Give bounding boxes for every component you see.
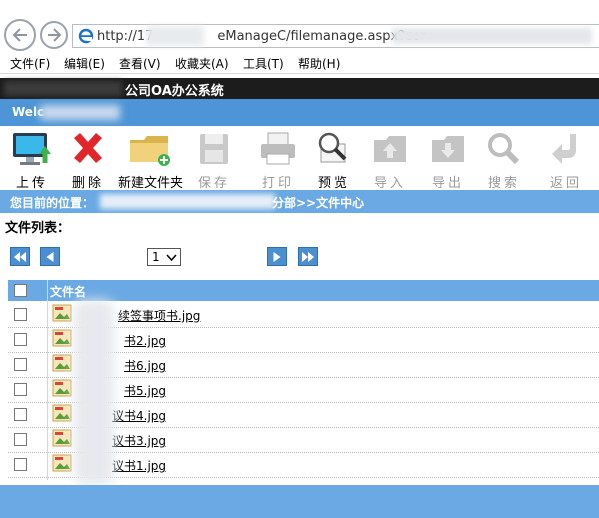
redacted-region: [40, 105, 120, 120]
select-all-checkbox[interactable]: [14, 284, 27, 297]
chevron-right-icon: [273, 251, 281, 262]
welcome-bar: Welc: [0, 99, 599, 126]
image-file-icon: [52, 404, 72, 422]
return-label: 返回: [549, 176, 582, 191]
preview-button[interactable]: 预览: [306, 130, 362, 191]
save-label: 保存: [197, 176, 230, 191]
location-label: 您目前的位置：: [10, 196, 95, 210]
file-list-title: 文件列表：: [5, 221, 71, 236]
ie-logo-icon: [78, 28, 94, 44]
row-checkbox[interactable]: [14, 383, 27, 396]
import-button[interactable]: 导入: [362, 130, 418, 191]
double-chevron-right-icon: [302, 251, 314, 262]
file-link[interactable]: 续签事项书.jpg: [118, 307, 200, 324]
redacted-region: [4, 81, 122, 96]
export-label: 导出: [431, 176, 464, 191]
menu-favorites[interactable]: 收藏夹(A): [175, 55, 229, 72]
arrow-right-icon: [48, 28, 62, 42]
toolbar: 上传 删除 新建文件夹 保存 打印 预览 导入 导出 搜索 返回: [0, 126, 599, 191]
location-path: 分部>>文件中心: [272, 196, 365, 210]
preview-label: 预览: [317, 176, 350, 191]
double-chevron-left-icon: [14, 251, 26, 262]
row-checkbox[interactable]: [14, 333, 27, 346]
menu-tools[interactable]: 工具(T): [243, 55, 284, 72]
row-checkbox[interactable]: [14, 358, 27, 371]
file-link[interactable]: 书6.jpg: [124, 357, 166, 374]
import-icon: [374, 136, 406, 162]
image-file-icon: [52, 429, 72, 447]
delete-x-icon: [74, 133, 102, 163]
file-link[interactable]: 书2.jpg: [124, 332, 166, 349]
search-button[interactable]: 搜索: [476, 130, 532, 191]
menu-bar: 文件(F) 编辑(E) 查看(V) 收藏夹(A) 工具(T) 帮助(H): [0, 52, 599, 74]
save-button[interactable]: 保存: [186, 130, 242, 191]
floppy-disk-icon: [200, 134, 228, 164]
new-folder-button[interactable]: 新建文件夹: [118, 130, 184, 191]
file-link[interactable]: 书5.jpg: [124, 382, 166, 399]
magnifier-preview-icon: [318, 132, 347, 163]
delete-button[interactable]: 删除: [60, 130, 116, 191]
arrow-left-icon: [12, 28, 27, 42]
export-button[interactable]: 导出: [420, 130, 476, 191]
return-arrow-icon: [552, 134, 576, 164]
file-link[interactable]: 议书1.jpg: [112, 457, 166, 474]
search-icon: [488, 133, 520, 165]
first-page-button[interactable]: [10, 247, 30, 266]
menu-help[interactable]: 帮助(H): [298, 55, 340, 72]
page-select[interactable]: 1: [147, 248, 181, 266]
menu-view[interactable]: 查看(V): [119, 55, 161, 72]
page-select-value: 1: [152, 250, 160, 264]
row-checkbox[interactable]: [14, 408, 27, 421]
row-checkbox[interactable]: [14, 308, 27, 321]
export-icon: [432, 136, 464, 162]
address-bar-area: http://17 eManageC/filemanage.aspx?cor: [0, 0, 599, 52]
prev-page-button[interactable]: [40, 247, 60, 266]
image-file-icon: [52, 354, 72, 372]
print-label: 打印: [261, 176, 294, 191]
import-label: 导入: [373, 176, 406, 191]
redacted-region: [146, 26, 204, 46]
return-button[interactable]: 返回: [538, 130, 594, 191]
image-file-icon: [52, 379, 72, 397]
redacted-region: [100, 194, 275, 209]
image-file-icon: [52, 329, 72, 347]
last-page-button[interactable]: [298, 247, 318, 266]
location-bar: 您目前的位置： 分部>>文件中心: [0, 190, 599, 213]
menu-edit[interactable]: 编辑(E): [64, 55, 105, 72]
delete-label: 删除: [71, 176, 104, 191]
menu-file[interactable]: 文件(F): [10, 55, 50, 72]
next-page-button[interactable]: [267, 247, 287, 266]
upload-button[interactable]: 上传: [4, 130, 60, 191]
file-link[interactable]: 议书4.jpg: [112, 407, 166, 424]
chevron-down-icon: [166, 254, 177, 261]
image-file-icon: [52, 304, 72, 322]
column-filename: 文件名: [50, 285, 87, 299]
image-file-icon: [52, 454, 72, 472]
search-label: 搜索: [487, 176, 520, 191]
new-folder-icon: [130, 136, 170, 166]
redacted-region: [74, 300, 114, 485]
chevron-left-icon: [46, 251, 54, 262]
table-header: 文件名: [8, 280, 599, 301]
new-folder-label: 新建文件夹: [118, 176, 184, 191]
back-button[interactable]: [4, 19, 36, 51]
upload-label: 上传: [15, 176, 48, 191]
monitor-upload-icon: [13, 133, 51, 165]
app-title: 公司OA办公系统: [125, 84, 224, 99]
app-title-bar: 公司OA办公系统: [0, 78, 599, 99]
file-link[interactable]: 议书3.jpg: [112, 432, 166, 449]
footer-bar: [0, 485, 599, 518]
printer-icon: [261, 132, 295, 165]
print-button[interactable]: 打印: [250, 130, 306, 191]
row-checkbox[interactable]: [14, 433, 27, 446]
redacted-region: [392, 28, 592, 44]
forward-button[interactable]: [40, 21, 68, 49]
row-checkbox[interactable]: [14, 458, 27, 471]
